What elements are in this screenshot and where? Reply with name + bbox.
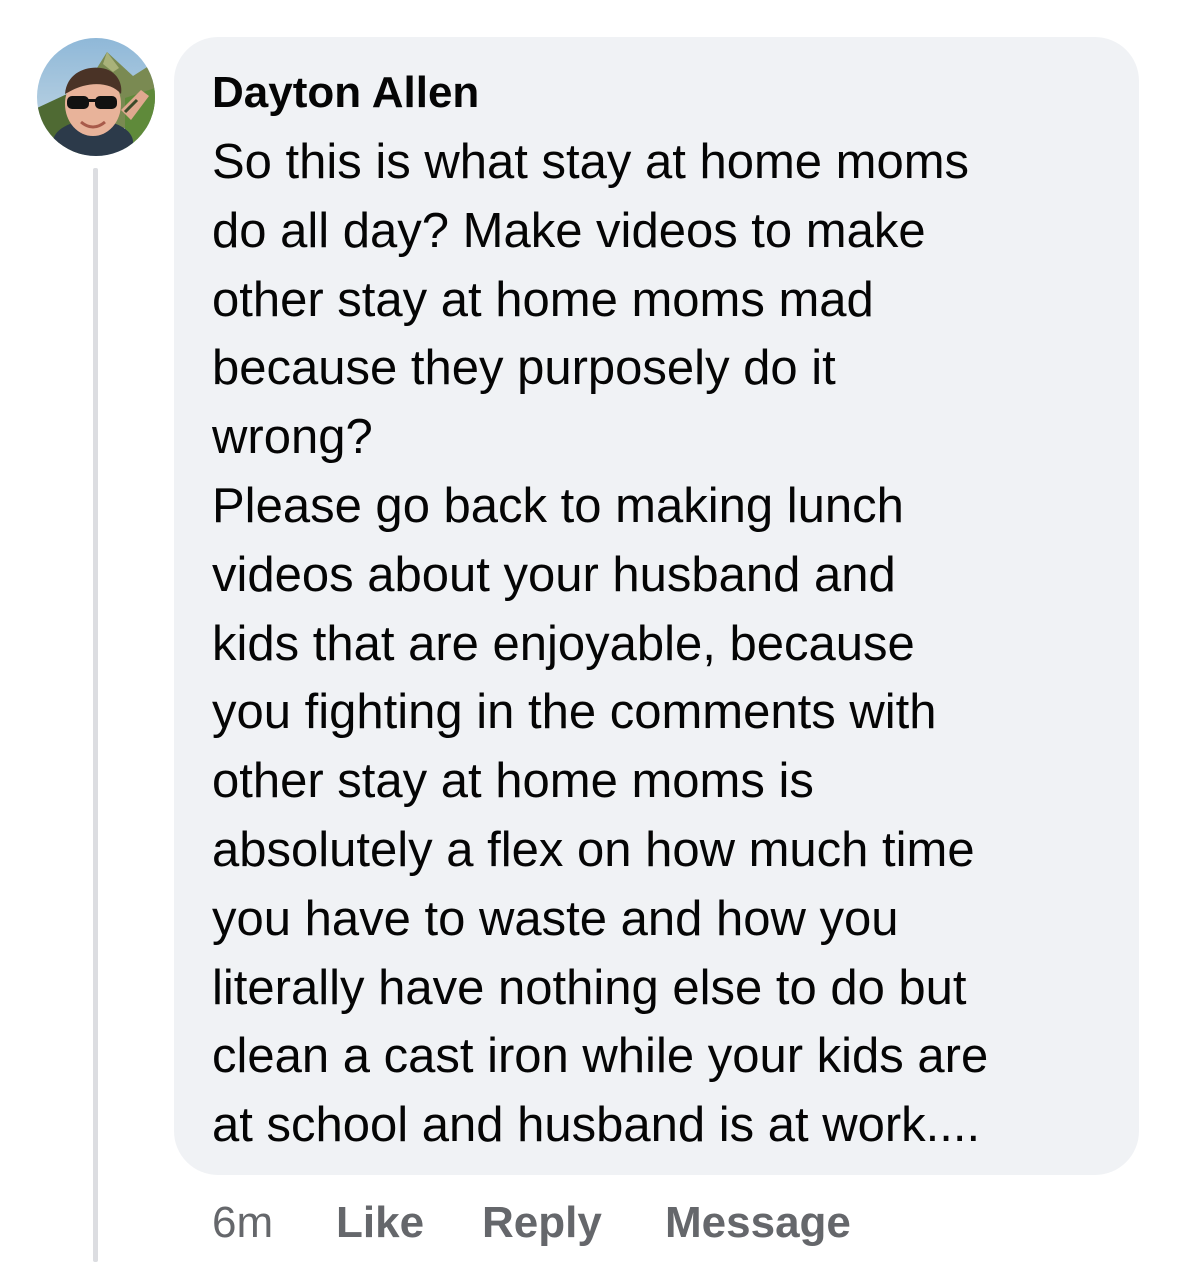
- avatar-photo-icon: [37, 38, 155, 156]
- comment-line: Please go back to making lunch: [212, 478, 904, 533]
- comment-line: because they purposely do it: [212, 341, 836, 396]
- comment-timestamp[interactable]: 6m: [212, 1193, 273, 1253]
- comment-line: other stay at home moms mad: [212, 272, 874, 327]
- comment-line: do all day? Make videos to make: [212, 203, 926, 258]
- thread-line: [93, 168, 98, 1262]
- comment-line: kids that are enjoyable, because: [212, 616, 915, 671]
- comment-line: absolutely a flex on how much time: [212, 822, 975, 877]
- comment-line: literally have nothing else to do but: [212, 960, 967, 1015]
- avatar[interactable]: [37, 38, 155, 156]
- comment-line: videos about your husband and: [212, 547, 896, 602]
- comment-line: at school and husband is at work....: [212, 1098, 981, 1153]
- comment-line: you have to waste and how you: [212, 891, 899, 946]
- comment-text: So this is what stay at home moms do all…: [212, 128, 988, 1160]
- message-button[interactable]: Message: [665, 1193, 851, 1253]
- comment-line: you fighting in the comments with: [212, 685, 937, 740]
- comment-line: wrong?: [212, 410, 373, 465]
- comment-line: other stay at home moms is: [212, 754, 814, 809]
- reply-button[interactable]: Reply: [482, 1193, 602, 1253]
- comment-line: So this is what stay at home moms: [212, 135, 970, 189]
- comment-author[interactable]: Dayton Allen: [212, 67, 479, 119]
- like-button[interactable]: Like: [336, 1193, 424, 1253]
- comment-line: clean a cast iron while your kids are: [212, 1029, 989, 1084]
- comment-bubble: Dayton Allen So this is what stay at hom…: [174, 37, 1139, 1175]
